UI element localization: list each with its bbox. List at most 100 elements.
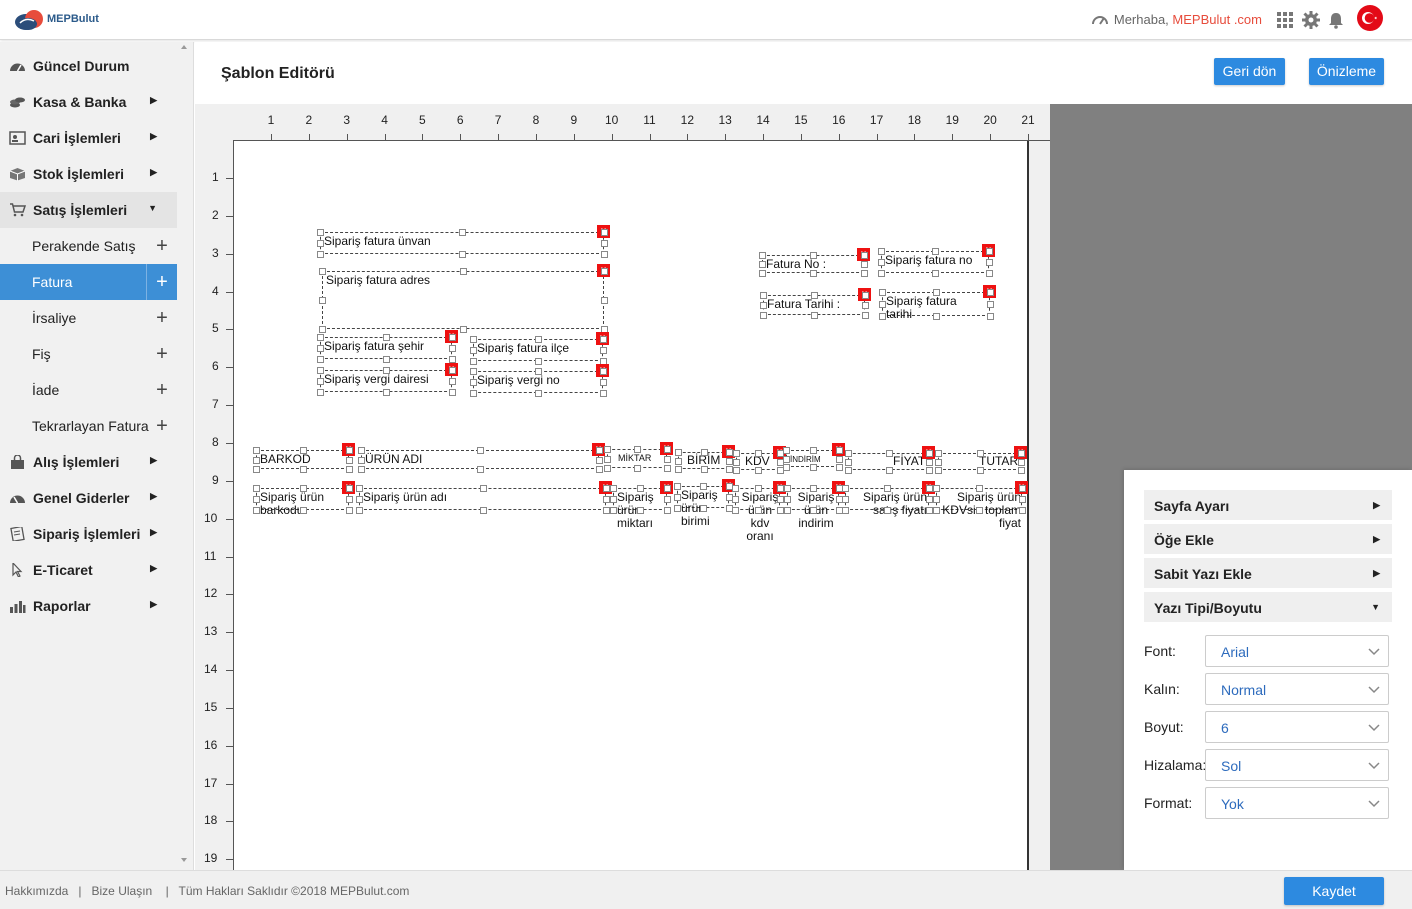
section-font-size[interactable]: Yazı Tipi/Boyutu ▼ xyxy=(1144,592,1392,624)
resize-handle[interactable] xyxy=(810,507,817,514)
resize-handle[interactable] xyxy=(986,259,993,266)
resize-handle[interactable] xyxy=(675,449,682,456)
resize-handle[interactable] xyxy=(356,496,363,503)
resize-handle[interactable] xyxy=(842,496,849,503)
resize-handle[interactable] xyxy=(777,496,784,503)
gear-icon[interactable] xyxy=(1302,11,1320,29)
resize-handle[interactable] xyxy=(346,466,353,473)
resize-handle[interactable] xyxy=(726,457,733,465)
resize-handle[interactable] xyxy=(810,485,817,492)
resize-handle[interactable] xyxy=(477,447,484,454)
resize-handle[interactable] xyxy=(449,345,456,352)
resize-handle[interactable] xyxy=(317,389,324,396)
resize-handle[interactable] xyxy=(811,292,818,299)
resize-handle[interactable] xyxy=(700,449,708,456)
field-invoice-no-label[interactable]: Fatura No : x xyxy=(759,248,870,277)
resize-handle[interactable] xyxy=(535,390,542,397)
add-icon[interactable]: + xyxy=(146,300,177,336)
resize-handle[interactable] xyxy=(470,336,477,343)
resize-handle[interactable] xyxy=(732,485,739,492)
field-invoice-district[interactable]: Sipariş fatura ilçe x xyxy=(470,332,609,365)
resize-handle[interactable] xyxy=(449,378,456,385)
field-tax-number[interactable]: Sipariş vergi no x xyxy=(470,364,609,397)
field-header-product-name[interactable]: ÜRÜN ADI x xyxy=(358,443,605,473)
resize-handle[interactable] xyxy=(449,356,456,363)
resize-handle[interactable] xyxy=(460,268,467,275)
resize-handle[interactable] xyxy=(836,464,843,471)
resize-handle[interactable] xyxy=(674,483,681,490)
resize-handle[interactable] xyxy=(317,240,324,247)
field-tax-office[interactable]: Sipariş vergi dairesi x xyxy=(317,363,458,396)
resize-handle[interactable] xyxy=(935,458,942,466)
resize-handle[interactable] xyxy=(976,467,984,474)
resize-handle[interactable] xyxy=(319,326,326,333)
resize-handle[interactable] xyxy=(926,450,933,457)
resize-handle[interactable] xyxy=(449,389,456,396)
resize-handle[interactable] xyxy=(477,466,484,473)
resize-handle[interactable] xyxy=(862,292,869,299)
sidebar-item-eticaret[interactable]: E-Ticaret ▶ xyxy=(0,552,177,588)
resize-handle[interactable] xyxy=(356,507,363,514)
resize-handle[interactable] xyxy=(700,466,708,473)
resize-handle[interactable] xyxy=(383,367,390,374)
resize-handle[interactable] xyxy=(760,292,767,299)
resize-handle[interactable] xyxy=(811,312,818,319)
resize-handle[interactable] xyxy=(449,367,456,374)
resize-handle[interactable] xyxy=(634,465,641,472)
resize-handle[interactable] xyxy=(470,368,477,375)
sidebar-item-kasa-banka[interactable]: Kasa & Banka ▶ xyxy=(0,84,177,120)
field-invoice-date[interactable]: Sipariş fatura tarihi x xyxy=(879,285,996,321)
resize-handle[interactable] xyxy=(460,326,467,333)
resize-handle[interactable] xyxy=(601,268,608,275)
resize-handle[interactable] xyxy=(664,507,671,514)
resize-handle[interactable] xyxy=(603,496,610,503)
sidebar-subitem-iade[interactable]: İade + xyxy=(0,372,177,408)
add-icon[interactable]: + xyxy=(146,336,177,372)
bold-select[interactable]: Normal xyxy=(1205,673,1389,705)
resize-handle[interactable] xyxy=(470,390,477,397)
resize-handle[interactable] xyxy=(479,507,487,514)
resize-handle[interactable] xyxy=(700,483,707,490)
resize-handle[interactable] xyxy=(383,334,390,341)
resize-handle[interactable] xyxy=(1018,450,1025,457)
resize-handle[interactable] xyxy=(535,358,542,365)
resize-handle[interactable] xyxy=(878,248,885,255)
sidebar-item-alis[interactable]: Alış İşlemleri ▶ xyxy=(0,444,177,480)
resize-handle[interactable] xyxy=(317,345,324,352)
field-product-unit[interactable]: Sipariş ürün birimi x xyxy=(674,479,735,528)
resize-handle[interactable] xyxy=(700,505,707,512)
resize-handle[interactable] xyxy=(986,248,993,255)
sidebar-subitem-tekrarlayan[interactable]: Tekrarlayan Fatura + xyxy=(0,408,177,444)
resize-handle[interactable] xyxy=(470,358,477,365)
resize-handle[interactable] xyxy=(610,496,617,503)
resize-handle[interactable] xyxy=(603,485,610,492)
resize-handle[interactable] xyxy=(449,334,456,341)
resize-handle[interactable] xyxy=(933,485,940,492)
resize-handle[interactable] xyxy=(675,457,682,465)
resize-handle[interactable] xyxy=(784,485,791,492)
logo[interactable]: MEPBulut xyxy=(14,6,104,34)
field-header-vat[interactable]: KDV x xyxy=(733,446,786,474)
sidebar-item-genel-giderler[interactable]: Genel Giderler ▶ xyxy=(0,480,177,516)
align-select[interactable]: Sol xyxy=(1205,749,1389,781)
field-invoice-no[interactable]: Sipariş fatura no x xyxy=(878,244,995,277)
resize-handle[interactable] xyxy=(610,485,617,492)
contact-link[interactable]: Bize Ulaşın xyxy=(92,884,153,898)
resize-handle[interactable] xyxy=(346,485,353,492)
resize-handle[interactable] xyxy=(604,465,611,472)
resize-handle[interactable] xyxy=(600,379,607,386)
resize-handle[interactable] xyxy=(879,301,886,308)
resize-handle[interactable] xyxy=(674,505,681,512)
field-header-quantity[interactable]: MİKTAR x xyxy=(604,442,673,472)
resize-handle[interactable] xyxy=(760,312,767,319)
resize-handle[interactable] xyxy=(610,507,617,514)
size-select[interactable]: 6 xyxy=(1205,711,1389,743)
resize-handle[interactable] xyxy=(664,496,671,503)
field-product-price[interactable]: Sipariş ürün satış fiyatı x xyxy=(842,481,935,517)
resize-handle[interactable] xyxy=(987,301,994,308)
resize-handle[interactable] xyxy=(674,494,681,501)
sidebar-subitem-irsaliye[interactable]: İrsaliye + xyxy=(0,300,177,336)
resize-handle[interactable] xyxy=(885,467,893,474)
resize-handle[interactable] xyxy=(733,467,740,474)
resize-handle[interactable] xyxy=(755,450,762,457)
